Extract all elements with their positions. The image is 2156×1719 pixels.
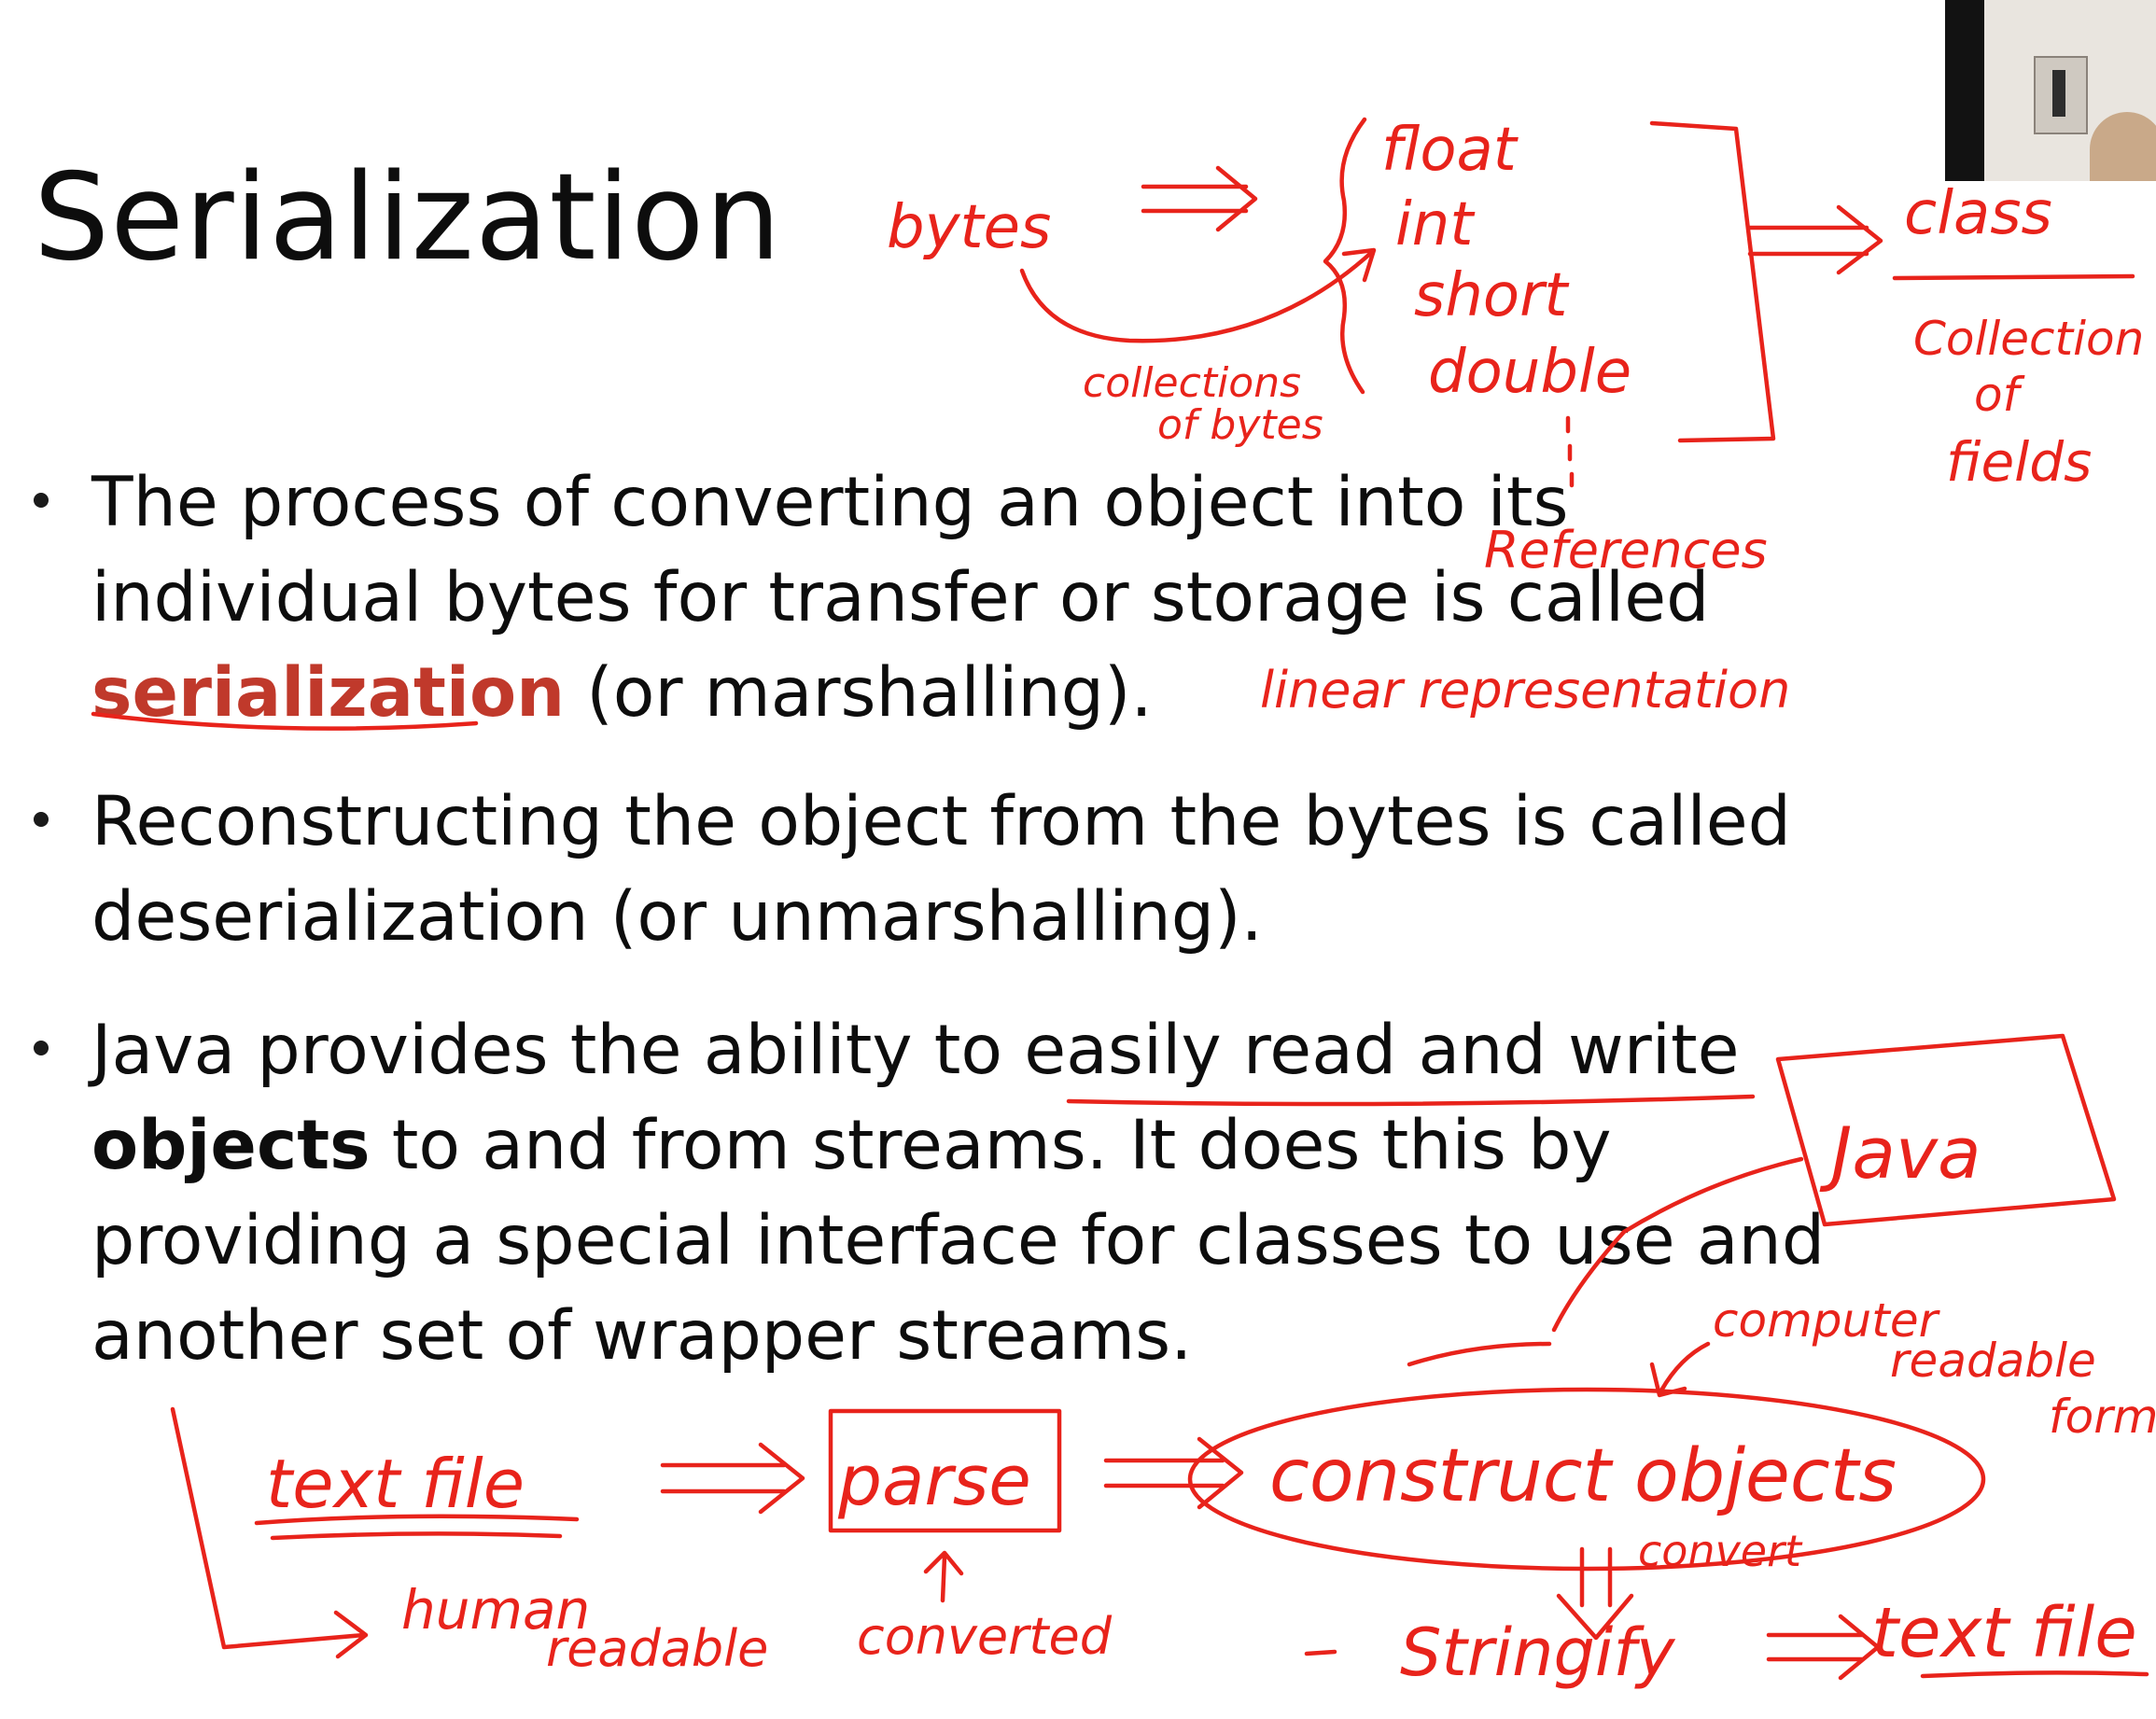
bullet-deserialization: Reconstructing the object from the bytes… (34, 775, 1956, 965)
ink-label-form: form (2049, 1390, 2156, 1444)
ink-dash-stringify (1304, 1649, 1337, 1656)
ink-underline-class (1892, 273, 2135, 281)
ink-label-bytes: bytes (887, 193, 1051, 262)
ink-label-float: float (1381, 116, 1519, 185)
ink-label-text-file: text file (266, 1445, 525, 1523)
ink-label-of: of (1974, 368, 2025, 422)
ink-label-human: human (401, 1578, 590, 1642)
ink-label-construct-objects: construct objects (1269, 1434, 1897, 1518)
ink-arrow-to-parse (660, 1442, 805, 1515)
webcam-frame-edge (1945, 0, 1984, 181)
ink-brace-types (1323, 117, 1367, 395)
ink-arrow-to-human (170, 1406, 369, 1659)
ink-label-text-file-output: text file (1871, 1593, 2137, 1673)
keyword-serialization: serialization (91, 653, 566, 733)
ink-arrow-to-class (1747, 204, 1883, 275)
slide-title: Serialization (34, 148, 782, 287)
ink-arrow-bytes-to-types (1141, 165, 1258, 232)
ink-arrow-to-text-file (1766, 1614, 1881, 1681)
ink-label-int: int (1395, 190, 1476, 259)
ink-label-fields: fields (1946, 430, 2092, 494)
ink-label-collections: collections (1083, 359, 1301, 407)
ink-arrow-to-stringify (1556, 1546, 1634, 1641)
bullet-serialization: The process of converting an object into… (34, 455, 1956, 741)
ink-arrow-collections (1019, 247, 1377, 343)
bullet-dot-icon (34, 1041, 49, 1055)
webcam-thumbnail (1945, 0, 2156, 181)
ink-underline-text-file-output (1920, 1670, 2149, 1679)
bullet-dot-icon (34, 812, 49, 827)
ink-label-converted: converted (857, 1607, 1113, 1666)
ink-label-class: class (1904, 179, 2052, 248)
ink-label-collection: Collection (1913, 312, 2144, 366)
ink-underline-text-file (254, 1514, 580, 1541)
ink-arrow-converted (923, 1550, 964, 1603)
ink-label-convert: convert (1638, 1526, 1803, 1576)
ink-label-of-bytes: of bytes (1157, 401, 1323, 449)
keyword-objects: objects (91, 1106, 371, 1185)
bullet-text: Java provides the ability to easily read… (91, 1011, 1826, 1376)
ink-label-parse: parse (837, 1441, 1031, 1521)
ink-label-double: double (1428, 338, 1631, 407)
ink-box-parse (828, 1408, 1062, 1533)
ink-arrow-to-construct (1103, 1436, 1244, 1510)
webcam-art-figure (2052, 70, 2065, 117)
webcam-person (2090, 112, 2156, 181)
ink-label-stringify: Stringify (1400, 1614, 1676, 1691)
ink-ellipse-construct-objects (1187, 1387, 1986, 1572)
bullet-text: The process of converting an object into… (91, 463, 1710, 733)
bullet-dot-icon (34, 493, 49, 508)
bullet-java-streams: Java provides the ability to easily read… (34, 1003, 1956, 1384)
ink-label-short: short (1414, 261, 1570, 330)
ink-bracket-fields (1649, 120, 1776, 443)
ink-label-readable-human: readable (546, 1619, 768, 1678)
bullet-text: Reconstructing the object from the bytes… (91, 782, 1791, 957)
